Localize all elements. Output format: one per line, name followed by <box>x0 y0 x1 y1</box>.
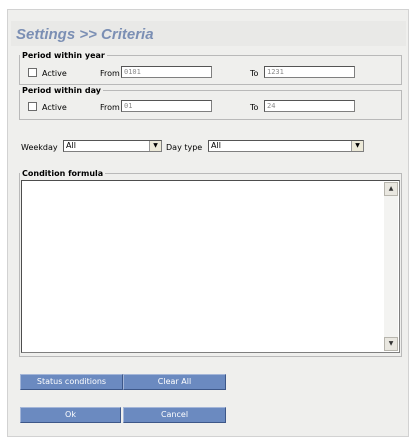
status-conditions-button[interactable]: Status conditions <box>20 374 123 390</box>
year-period-legend: Period within year <box>22 51 105 60</box>
year-from-input[interactable]: 0101 <box>121 66 212 78</box>
weekday-select[interactable]: All ▼ <box>63 140 162 152</box>
title-bar: Settings >> Criteria <box>11 21 406 46</box>
weekday-value: All <box>66 141 76 150</box>
day-active-checkbox[interactable] <box>28 102 37 111</box>
daytype-select[interactable]: All ▼ <box>208 140 364 152</box>
condition-scrollbar[interactable]: ▲ ▼ <box>384 182 398 351</box>
weekday-label: Weekday <box>21 143 58 152</box>
cancel-button[interactable]: Cancel <box>123 407 226 423</box>
condition-legend: Condition formula <box>22 169 104 178</box>
day-from-input[interactable]: 01 <box>121 100 212 112</box>
arrow-down-icon[interactable]: ▼ <box>384 337 398 351</box>
day-to-input[interactable]: 24 <box>264 100 355 112</box>
day-period-legend: Period within day <box>22 86 101 95</box>
year-active-checkbox[interactable] <box>28 68 37 77</box>
day-to-label: To <box>250 103 259 112</box>
ok-button[interactable]: Ok <box>20 407 121 423</box>
chevron-down-icon[interactable]: ▼ <box>149 141 161 151</box>
daytype-value: All <box>211 141 221 150</box>
year-to-input[interactable]: 1231 <box>264 66 355 78</box>
page-title: Settings >> Criteria <box>16 26 154 43</box>
arrow-up-icon[interactable]: ▲ <box>384 182 398 196</box>
clear-all-button[interactable]: Clear All <box>123 374 226 390</box>
day-active-label: Active <box>42 103 67 112</box>
year-active-label: Active <box>42 69 67 78</box>
year-from-label: From <box>100 69 120 78</box>
year-to-label: To <box>250 69 259 78</box>
chevron-down-icon[interactable]: ▼ <box>351 141 363 151</box>
daytype-label: Day type <box>166 143 203 152</box>
condition-formula-textarea[interactable]: ▲ ▼ <box>21 180 400 353</box>
day-from-label: From <box>100 103 120 112</box>
